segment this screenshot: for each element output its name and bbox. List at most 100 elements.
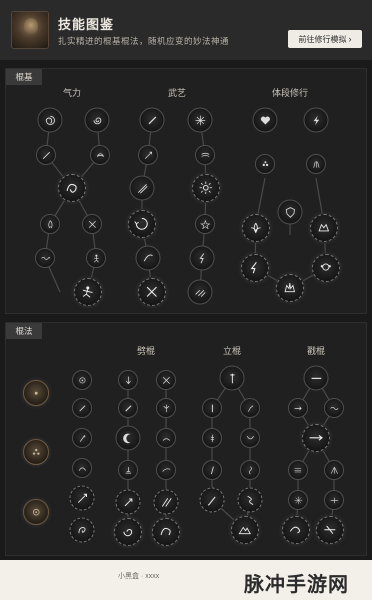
skill-node-wuyi-9[interactable] [189,245,215,271]
skill-node-chuogun-3[interactable] [324,398,344,418]
heart-icon [260,116,270,125]
lotus-icon [251,223,261,234]
skill-node-wuyi-8[interactable] [135,245,161,271]
skill-node-chuogun-1[interactable] [303,365,329,391]
crossed-staffs-icon [146,286,158,298]
skill-node-gunfa-basic-6[interactable] [69,517,95,543]
skill-node-chuogun-2[interactable] [288,398,308,418]
twist-icon [247,495,253,505]
skill-node-tiduan-9[interactable] [312,254,340,282]
skill-node-qili-2[interactable] [84,107,110,133]
skill-node-qili-6[interactable] [82,214,102,234]
skill-node-ligun-8[interactable] [199,487,225,513]
monkey-icon [320,263,332,271]
skill-node-wuyi-ultimate-2[interactable] [187,279,213,305]
skill-node-wuyi-3[interactable] [138,145,158,165]
staff-strike-icon [42,151,50,159]
skill-node-chuogun-6[interactable] [288,490,308,510]
skill-node-tiduan-4[interactable] [306,154,326,174]
skill-node-pigun-3[interactable] [118,398,138,418]
skill-node-ligun-1[interactable] [219,365,245,391]
skill-node-pigun-2[interactable] [156,370,176,390]
stance-chuogun-medallion[interactable] [23,499,49,525]
wave-thrust-icon [329,406,339,410]
twin-strike-icon [161,497,172,507]
skill-node-pigun-8[interactable] [156,460,176,480]
spiral-icon [93,117,101,124]
skill-node-wuyi-7[interactable] [195,214,215,234]
pillar-staff-icon [229,373,235,383]
skill-node-ligun-ultimate[interactable] [231,516,259,544]
skill-node-pigun-ultimate-1[interactable] [114,518,142,546]
skill-node-tiduan-8[interactable] [241,254,269,282]
smash-icon [124,498,132,506]
skill-node-qili-1[interactable] [37,107,63,133]
charge-staff-icon [77,493,87,503]
skill-node-ligun-3[interactable] [240,398,260,418]
skill-node-tiduan-6[interactable] [242,214,270,242]
skill-node-gunfa-basic-2[interactable] [72,398,92,418]
skill-node-ligun-5[interactable] [240,428,260,448]
skill-node-chuogun-ultimate-2[interactable] [316,516,344,544]
staff-icon [78,404,85,411]
skill-node-tiduan-1[interactable] [252,107,278,133]
crossed-thrust-icon [324,525,336,535]
skill-node-pigun-4[interactable] [156,398,176,418]
skill-node-tiduan-7[interactable] [310,214,338,242]
skill-node-wuyi-ultimate-1[interactable] [138,278,166,306]
skill-node-chuogun-5[interactable] [324,460,344,480]
pole-vault-icon [210,466,214,474]
cross-staff-icon [88,220,96,228]
wave-icon [40,256,50,260]
skill-node-tiduan-3[interactable] [255,154,275,174]
skill-node-gunfa-basic-5[interactable] [69,485,95,511]
skill-node-wuyi-6[interactable] [128,210,156,238]
skill-node-pigun-9[interactable] [115,489,141,515]
target-icon [78,376,85,383]
skill-node-chuogun-4[interactable] [288,460,308,480]
split-icon [163,404,169,412]
skill-node-pigun-ultimate-2[interactable] [152,518,180,546]
skill-node-qili-8[interactable] [86,248,106,268]
flame-icon [47,220,53,228]
skill-node-qili-4[interactable] [90,145,110,165]
skill-node-pigun-10[interactable] [153,489,179,515]
skill-node-qili-core[interactable] [58,174,86,202]
skill-node-pigun-7[interactable] [118,460,138,480]
skill-node-chuogun-core[interactable] [302,424,330,452]
skill-node-gunfa-basic-3[interactable] [72,428,92,448]
skill-node-pigun-5[interactable] [115,425,141,451]
skill-node-qili-5[interactable] [40,214,60,234]
skill-node-chuogun-ultimate-1[interactable] [282,516,310,544]
skill-node-tiduan-ultimate[interactable] [276,274,304,302]
skill-node-ligun-2[interactable] [202,398,222,418]
stance-ligun-medallion[interactable] [23,439,49,465]
flame-crown-icon [284,283,296,293]
skill-node-pigun-6[interactable] [156,428,176,448]
skill-node-qili-ultimate[interactable] [74,278,102,306]
skill-node-gunfa-basic-4[interactable] [72,458,92,478]
warrior-stance-icon [83,286,93,298]
shield-icon [285,206,295,218]
skill-node-ligun-9[interactable] [237,487,263,513]
skill-node-ligun-4[interactable] [202,428,222,448]
skill-node-wuyi-5[interactable] [129,175,155,201]
skill-node-wuyi-4[interactable] [195,145,215,165]
dragon-thrust-icon [290,526,301,534]
skill-node-pigun-1[interactable] [118,370,138,390]
skill-node-wuyi-2[interactable] [187,107,213,133]
skill-node-tiduan-5[interactable] [277,199,303,225]
skill-node-qili-7[interactable] [35,248,55,268]
skill-node-chuogun-7[interactable] [324,490,344,510]
skill-node-tiduan-2[interactable] [303,107,329,133]
skill-node-wuyi-core[interactable] [192,174,220,202]
swirl-icon [45,115,55,125]
skill-node-wuyi-1[interactable] [139,107,165,133]
sun-burst-icon [199,181,213,195]
stance-pigun-medallion[interactable] [23,380,49,406]
skill-node-gunfa-basic-1[interactable] [72,370,92,390]
skill-node-ligun-6[interactable] [202,460,222,480]
skill-node-ligun-7[interactable] [240,460,260,480]
whirl-icon [96,153,104,157]
skill-node-qili-3[interactable] [36,145,56,165]
